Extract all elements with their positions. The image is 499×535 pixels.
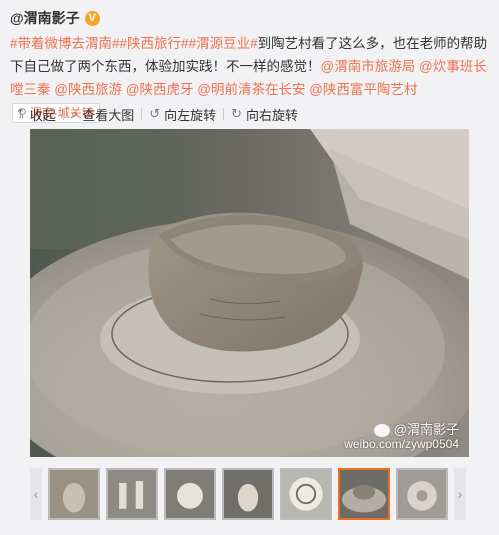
hashtag-link[interactable]: #带着微博去渭南#: [10, 36, 120, 51]
rotate-right-label: 向右旋转: [246, 107, 299, 123]
thumbnail-next-button[interactable]: ›: [454, 468, 466, 520]
rotate-right-icon: ↻: [231, 106, 243, 121]
rotate-left-label: 向左旋转: [164, 107, 217, 123]
mention-link[interactable]: @陕西虎牙: [126, 82, 194, 97]
main-photo[interactable]: @渭南影子 weibo.com/zywp0504: [30, 129, 469, 457]
rotate-left-button[interactable]: ↺ 向左旋转: [142, 103, 223, 125]
thumbnail-strip: ‹ ›: [30, 466, 471, 522]
collapse-button[interactable]: ⇡ 收起: [8, 103, 63, 125]
rotate-left-icon: ↺: [149, 106, 161, 121]
thumbnail-5[interactable]: [280, 468, 332, 520]
thumbnail-3[interactable]: [164, 468, 216, 520]
verified-badge-icon: V: [84, 10, 100, 26]
thumbnail-2[interactable]: [106, 468, 158, 520]
author: @渭南影子 V: [10, 8, 100, 28]
magnifier-icon: ⌕: [70, 106, 79, 121]
photo-watermark: @渭南影子 weibo.com/zywp0504: [344, 422, 459, 452]
watermark-user: @渭南影子: [393, 422, 459, 437]
pottery-wheel-photo: [30, 129, 469, 457]
view-large-button[interactable]: ⌕ 查看大图: [64, 103, 141, 125]
thumbnail-4[interactable]: [222, 468, 274, 520]
thumbnail-prev-button[interactable]: ‹: [30, 468, 42, 520]
hashtag-link[interactable]: #渭源豆业#: [189, 36, 258, 51]
weibo-post-card: @渭南影子 V #带着微博去渭南##陕西旅行##渭源豆业#到陶艺村看了这么多，也…: [0, 0, 499, 535]
thumbnail-6-selected[interactable]: [338, 468, 390, 520]
mention-link[interactable]: @渭南市旅游局: [321, 59, 416, 74]
collapse-label: 收起: [29, 107, 56, 123]
mention-link[interactable]: @明前清茶在长安: [197, 82, 305, 97]
mention-link[interactable]: @陕西旅游: [54, 82, 122, 97]
view-large-label: 查看大图: [82, 107, 135, 123]
thumbnail-7[interactable]: [396, 468, 448, 520]
author-name[interactable]: @渭南影子: [10, 8, 80, 28]
rotate-right-button[interactable]: ↻ 向右旋转: [224, 103, 305, 125]
media-toolbar: ⇡ 收起 ⌕ 查看大图 ↺ 向左旋转 ↻ 向右旋转: [0, 100, 499, 128]
hashtag-link[interactable]: #陕西旅行#: [120, 36, 189, 51]
thumbnail-1[interactable]: [48, 468, 100, 520]
watermark-url: weibo.com/zywp0504: [344, 437, 459, 451]
weibo-logo-icon: [373, 423, 390, 437]
mention-link[interactable]: @陕西富平陶艺村: [309, 82, 417, 97]
collapse-up-icon: ⇡: [15, 106, 26, 121]
